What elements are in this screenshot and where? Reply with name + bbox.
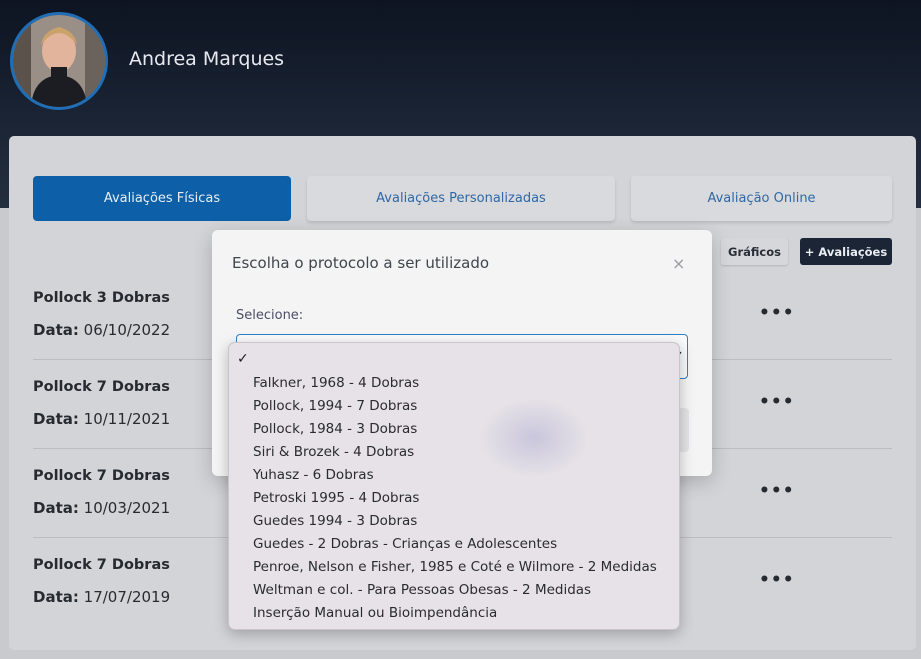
date-label: Data: [33,588,79,606]
tab-avaliacoes-fisicas[interactable]: Avaliações Físicas [33,176,291,221]
close-icon[interactable]: × [672,254,685,273]
graficos-button[interactable]: Gráficos [721,238,788,265]
tab-avaliacao-online[interactable]: Avaliação Online [631,176,892,221]
dropdown-option[interactable]: Falkner, 1968 - 4 Dobras [253,375,419,391]
evaluation-date: Data: 17/07/2019 [33,588,170,606]
date-label: Data: [33,410,79,428]
add-avaliacoes-button[interactable]: + Avaliações [800,238,892,265]
dropdown-option[interactable]: Penroe, Nelson e Fisher, 1985 e Coté e W… [253,559,657,575]
row-menu-button[interactable]: ••• [759,481,795,501]
select-label: Selecione: [236,308,304,323]
date-label: Data: [33,499,79,517]
tab-avaliacoes-personalizadas[interactable]: Avaliações Personalizadas [307,176,615,221]
row-menu-button[interactable]: ••• [759,392,795,412]
evaluation-date: Data: 10/11/2021 [33,410,170,428]
date-value: 17/07/2019 [83,588,171,606]
date-value: 10/11/2021 [83,410,171,428]
date-label: Data: [33,321,79,339]
row-menu-button[interactable]: ••• [759,570,795,590]
date-value: 06/10/2022 [83,321,171,339]
blur-overlay [479,398,589,478]
dropdown-option[interactable]: Weltman e col. - Para Pessoas Obesas - 2… [253,582,591,598]
user-name: Andrea Marques [129,48,285,70]
dropdown-option[interactable]: Pollock, 1994 - 7 Dobras [253,398,417,414]
row-menu-button[interactable]: ••• [759,303,795,323]
user-photo [13,15,105,107]
evaluation-title: Pollock 3 Dobras [33,290,170,306]
date-value: 10/03/2021 [83,499,171,517]
evaluation-date: Data: 06/10/2022 [33,321,170,339]
dropdown-option[interactable]: Inserção Manual ou Bioimpendância [253,605,497,621]
evaluation-title: Pollock 7 Dobras [33,379,170,395]
dropdown-option[interactable]: Guedes 1994 - 3 Dobras [253,513,417,529]
evaluation-date: Data: 10/03/2021 [33,499,170,517]
dropdown-option[interactable]: Guedes - 2 Dobras - Crianças e Adolescen… [253,536,557,552]
modal-title: Escolha o protocolo a ser utilizado [232,254,490,272]
avatar [10,12,108,110]
dropdown-option[interactable]: Pollock, 1984 - 3 Dobras [253,421,417,437]
checkmark-icon: ✓ [237,351,249,367]
protocol-dropdown: ✓ Falkner, 1968 - 4 Dobras Pollock, 1994… [228,342,680,630]
evaluation-title: Pollock 7 Dobras [33,557,170,573]
dropdown-option[interactable]: Petroski 1995 - 4 Dobras [253,490,419,506]
dropdown-option[interactable]: Siri & Brozek - 4 Dobras [253,444,414,460]
dropdown-option[interactable]: Yuhasz - 6 Dobras [253,467,374,483]
evaluation-title: Pollock 7 Dobras [33,468,170,484]
